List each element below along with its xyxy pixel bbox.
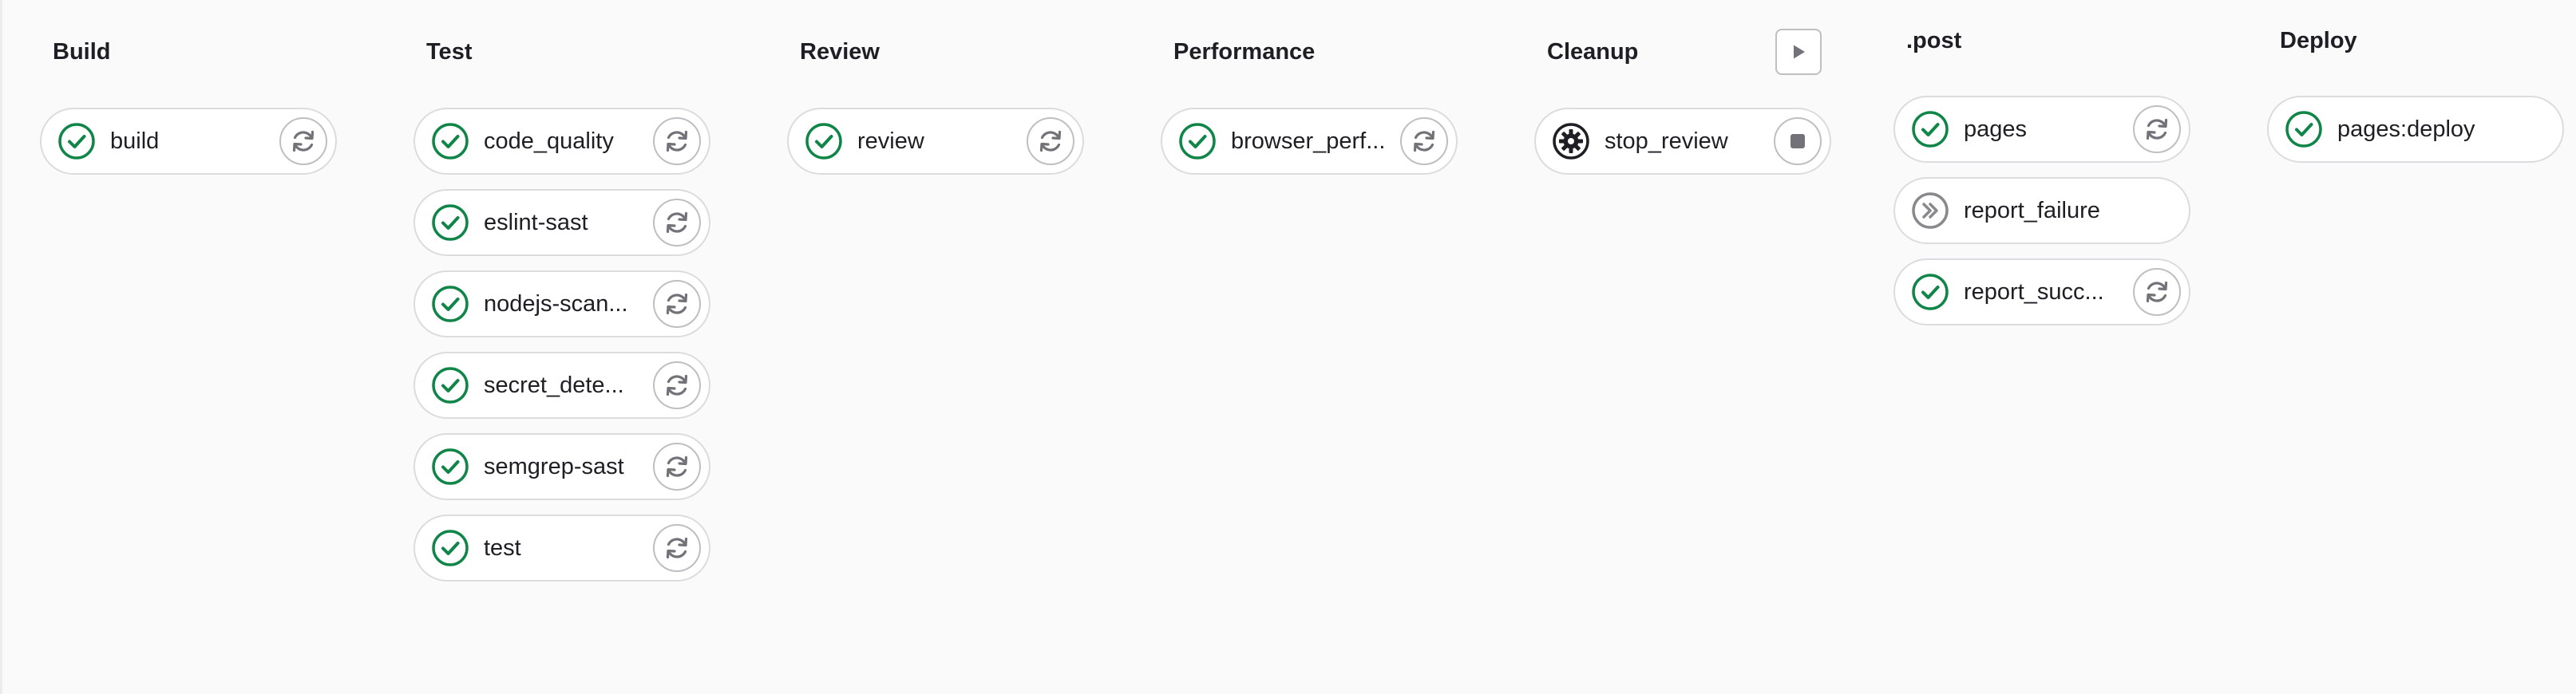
job-name: report_failure	[1964, 198, 2100, 223]
job-eslint-sast[interactable]: eslint-sast	[414, 189, 710, 256]
success-status-icon	[805, 122, 843, 160]
retry-button[interactable]	[653, 361, 701, 409]
job-name: code_quality	[484, 128, 614, 154]
retry-button[interactable]	[2133, 105, 2181, 153]
job-test[interactable]: test	[414, 515, 710, 582]
retry-icon	[666, 130, 688, 152]
stage-title: Test	[426, 39, 473, 65]
job-name: pages	[1964, 116, 2028, 142]
stop-button[interactable]	[1774, 117, 1822, 165]
retry-icon	[2146, 281, 2168, 303]
stage-title: Review	[800, 39, 880, 65]
check-circle-icon	[432, 448, 469, 485]
success-status-icon	[1911, 110, 1949, 148]
success-status-icon	[1178, 122, 1217, 160]
job-name: stop_review	[1605, 128, 1728, 154]
check-circle-icon	[432, 530, 469, 566]
retry-icon	[666, 374, 688, 396]
retry-button[interactable]	[653, 199, 701, 246]
job-nodejs-scan[interactable]: nodejs-scan...	[414, 270, 710, 337]
job-secret-detection[interactable]: secret_dete...	[414, 352, 710, 419]
job-name: eslint-sast	[484, 210, 588, 235]
job-report-failure[interactable]: report_failure	[1893, 177, 2190, 244]
gear-icon	[1553, 123, 1589, 160]
success-status-icon	[431, 122, 469, 160]
success-status-icon	[1911, 273, 1949, 311]
stage-title: Build	[53, 39, 111, 65]
stage-title: Cleanup	[1547, 39, 1639, 65]
success-status-icon	[57, 122, 96, 160]
retry-button[interactable]	[2133, 268, 2181, 316]
retry-icon	[666, 211, 688, 234]
job-stop-review[interactable]: stop_review	[1534, 108, 1831, 175]
manual-status-icon	[1552, 122, 1590, 160]
success-status-icon	[431, 448, 469, 486]
job-name: semgrep-sast	[484, 454, 624, 479]
success-status-icon	[431, 285, 469, 323]
skipped-status-icon	[1911, 191, 1949, 230]
job-name: review	[857, 128, 924, 154]
retry-button[interactable]	[653, 280, 701, 328]
job-name: secret_dete...	[484, 373, 624, 398]
stage-title: Deploy	[2280, 28, 2357, 53]
job-name: report_succ...	[1964, 279, 2104, 305]
check-circle-icon	[432, 123, 469, 160]
retry-button[interactable]	[279, 117, 327, 165]
check-circle-icon	[2285, 111, 2322, 148]
check-circle-icon	[432, 367, 469, 404]
retry-icon	[666, 537, 688, 559]
check-circle-icon	[1912, 111, 1949, 148]
retry-button[interactable]	[653, 117, 701, 165]
check-circle-icon	[1912, 274, 1949, 310]
retry-icon	[2146, 118, 2168, 140]
stage-title: Performance	[1173, 39, 1316, 65]
job-semgrep-sast[interactable]: semgrep-sast	[414, 433, 710, 500]
job-report-success[interactable]: report_succ...	[1893, 258, 2190, 325]
play-icon	[1794, 45, 1805, 59]
stage-title: .post	[1906, 28, 1962, 53]
retry-icon	[292, 130, 315, 152]
job-name: pages:deploy	[2337, 116, 2475, 142]
job-name: browser_perf...	[1231, 128, 1386, 154]
job-name: build	[110, 128, 160, 154]
retry-icon	[666, 293, 688, 315]
retry-icon	[666, 455, 688, 478]
pipeline-graph-left-edge	[0, 0, 2, 694]
success-status-icon	[2285, 110, 2323, 148]
job-build[interactable]: build	[40, 108, 337, 175]
job-browser-performance[interactable]: browser_perf...	[1161, 108, 1458, 175]
check-circle-icon	[58, 123, 95, 160]
check-circle-icon	[432, 286, 469, 322]
success-status-icon	[431, 529, 469, 567]
check-circle-icon	[805, 123, 842, 160]
job-pages-deploy[interactable]: pages:deploy	[2267, 96, 2564, 163]
retry-button[interactable]	[653, 443, 701, 491]
check-circle-icon	[432, 204, 469, 241]
retry-icon	[1413, 130, 1435, 152]
retry-icon	[1039, 130, 1062, 152]
success-status-icon	[431, 203, 469, 242]
check-circle-icon	[1179, 123, 1216, 160]
retry-button[interactable]	[653, 524, 701, 572]
stop-icon	[1791, 134, 1805, 148]
job-code-quality[interactable]: code_quality	[414, 108, 710, 175]
job-review[interactable]: review	[787, 108, 1084, 175]
skipped-icon	[1912, 192, 1949, 229]
job-name: test	[484, 535, 521, 561]
play-all-manual-button[interactable]	[1775, 29, 1822, 75]
retry-button[interactable]	[1400, 117, 1448, 165]
retry-button[interactable]	[1027, 117, 1074, 165]
success-status-icon	[431, 366, 469, 404]
job-pages[interactable]: pages	[1893, 96, 2190, 163]
job-name: nodejs-scan...	[484, 291, 628, 317]
